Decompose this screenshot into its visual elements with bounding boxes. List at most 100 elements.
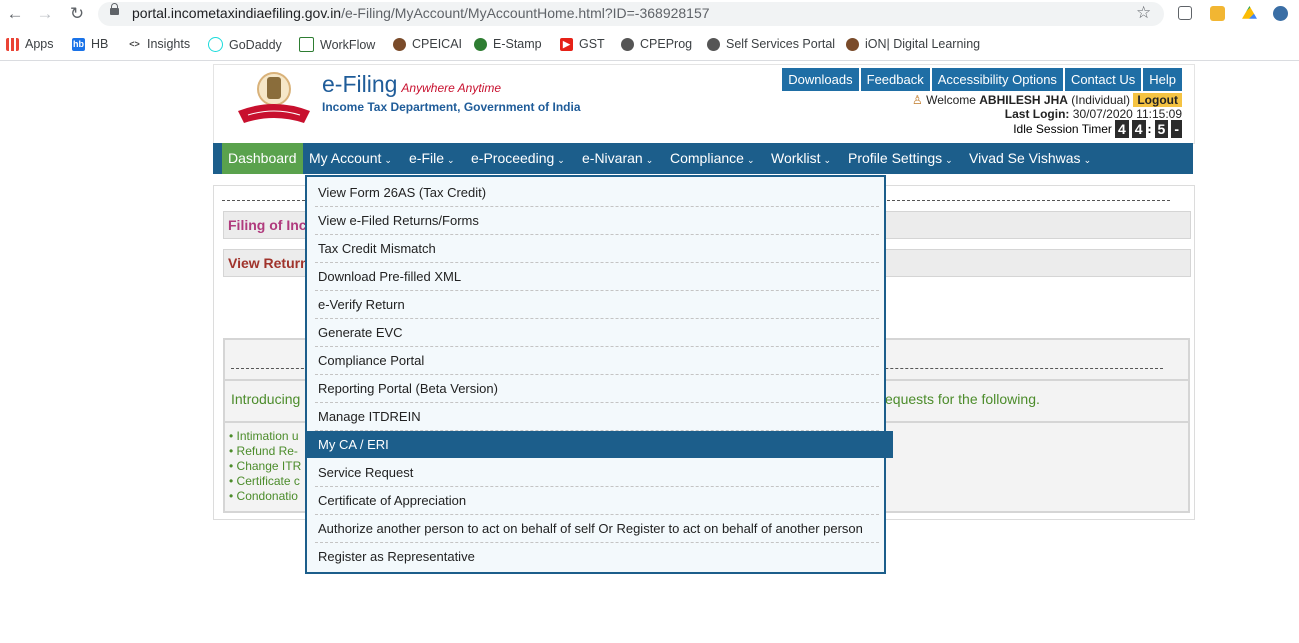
intro-text-right: equests for the following. <box>885 391 1040 407</box>
icai-icon <box>393 37 406 51</box>
list-item: • Intimation u <box>229 429 299 443</box>
user-type: (Individual) <box>1071 93 1130 107</box>
menu-my-account[interactable]: My Account ⌄ <box>303 143 398 174</box>
bookmark-ion[interactable]: iON| Digital Learning <box>846 37 980 51</box>
bookmark-apps[interactable]: Apps <box>6 37 54 51</box>
youtube-icon: ▶ <box>560 37 573 51</box>
menu-item-manage-itdrein[interactable]: Manage ITDREIN <box>315 403 879 431</box>
menu-vivad-se-vishwas[interactable]: Vivad Se Vishwas ⌄ <box>963 143 1097 174</box>
menu-compliance[interactable]: Compliance ⌄ <box>664 143 760 174</box>
address-bar[interactable]: portal.incometaxindiaefiling.gov.in/e-Fi… <box>98 2 1164 26</box>
reload-icon[interactable]: ↻ <box>66 3 88 25</box>
feedback-link[interactable]: Feedback <box>860 68 930 91</box>
menu-enivaran[interactable]: e-Nivaran ⌄ <box>576 143 659 174</box>
idle-session-timer: Idle Session Timer 4 4 : 5 - <box>1013 120 1182 138</box>
apps-grid-icon <box>6 37 19 51</box>
menu-item-everify-return[interactable]: e-Verify Return <box>315 291 879 319</box>
bookmark-label: Apps <box>25 37 54 51</box>
site-subtitle: Income Tax Department, Government of Ind… <box>322 100 581 114</box>
list-item: • Certificate c <box>229 474 300 488</box>
chevron-down-icon: ⌄ <box>945 155 953 165</box>
bookmark-label: CPEProg <box>640 37 693 51</box>
bookmark-label: CPEICAI <box>412 37 463 51</box>
welcome-text: Welcome <box>926 93 976 107</box>
bookmark-cpeicai[interactable]: CPEICAI <box>393 37 462 51</box>
menu-label: Worklist <box>771 150 821 166</box>
bookmark-star-icon[interactable]: ☆ <box>1136 3 1151 23</box>
bookmark-label: GoDaddy <box>229 37 282 52</box>
menu-worklist[interactable]: Worklist ⌄ <box>765 143 837 174</box>
list-item: • Change ITR <box>229 459 302 473</box>
my-account-dropdown: View Form 26AS (Tax Credit) View e-Filed… <box>305 175 893 574</box>
bookmark-self-services[interactable]: Self Services Portal <box>707 37 835 51</box>
site-tagline: Anywhere Anytime <box>401 81 502 95</box>
menu-item-my-ca-eri[interactable]: My CA / ERI <box>307 431 893 458</box>
site-title: e-Filing <box>322 71 398 97</box>
brand-block: e-Filing Anywhere Anytime Income Tax Depa… <box>322 71 581 114</box>
menu-item-view-form-26as[interactable]: View Form 26AS (Tax Credit) <box>315 179 879 207</box>
menu-item-service-request[interactable]: Service Request <box>315 459 879 487</box>
bookmark-insights[interactable]: <> Insights <box>128 37 190 51</box>
url-host: portal.incometaxindiaefiling.gov.in <box>132 5 342 21</box>
menu-item-view-efiled-returns[interactable]: View e-Filed Returns/Forms <box>315 207 879 235</box>
user-name: ABHILESH JHA <box>979 93 1068 107</box>
bookmark-estamp[interactable]: E-Stamp <box>474 37 542 51</box>
chevron-down-icon: ⌄ <box>746 155 755 165</box>
chevron-down-icon: ⌄ <box>557 155 565 165</box>
last-login-label: Last Login: <box>1004 107 1070 121</box>
code-icon: <> <box>129 38 140 49</box>
contact-us-link[interactable]: Contact Us <box>1064 68 1142 91</box>
workflow-icon <box>299 37 314 52</box>
bookmark-hb[interactable]: hb HB <box>72 37 108 51</box>
estamp-icon <box>474 37 487 51</box>
bookmark-cpeprog[interactable]: CPEProg <box>621 37 692 51</box>
menu-item-register-as-representative[interactable]: Register as Representative <box>315 543 879 570</box>
list-item: • Condonatio <box>229 489 298 503</box>
extension-icon[interactable] <box>1178 6 1192 20</box>
extension-shield-icon[interactable] <box>1210 6 1225 21</box>
welcome-block: ♙ Welcome ABHILESH JHA (Individual) Logo… <box>912 93 1182 121</box>
timer-separator: : <box>1147 122 1152 136</box>
chevron-down-icon: ⌄ <box>447 155 455 165</box>
menu-item-compliance-portal[interactable]: Compliance Portal <box>315 347 879 375</box>
bookmark-label: iON| Digital Learning <box>865 37 981 51</box>
site-header: e-Filing Anywhere Anytime Income Tax Depa… <box>213 64 1195 144</box>
bookmark-gst[interactable]: ▶ GST <box>560 37 605 51</box>
profile-icon[interactable] <box>1273 6 1288 21</box>
national-emblem-icon <box>238 72 310 123</box>
menu-item-download-prefilled-xml[interactable]: Download Pre-filled XML <box>315 263 879 291</box>
bookmark-label: WorkFlow <box>320 37 376 52</box>
browser-toolbar: ← → ↻ portal.incometaxindiaefiling.gov.i… <box>0 0 1299 28</box>
menu-eproceeding[interactable]: e-Proceeding ⌄ <box>465 143 571 174</box>
bookmark-label: GST <box>579 37 605 51</box>
bookmark-godaddy[interactable]: GoDaddy <box>208 37 282 52</box>
menu-item-certificate-of-appreciation[interactable]: Certificate of Appreciation <box>315 487 879 515</box>
logout-button[interactable]: Logout <box>1133 93 1182 107</box>
accessibility-link[interactable]: Accessibility Options <box>931 68 1063 91</box>
menu-label: Compliance <box>670 150 744 166</box>
menu-profile-settings[interactable]: Profile Settings ⌄ <box>842 143 959 174</box>
url-path: /e-Filing/MyAccount/MyAccountHome.html?I… <box>341 5 710 21</box>
menu-efile[interactable]: e-File ⌄ <box>403 143 461 174</box>
bookmark-workflow[interactable]: WorkFlow <box>299 37 375 52</box>
menu-item-authorize-another-person[interactable]: Authorize another person to act on behal… <box>315 515 879 543</box>
top-links: Downloads Feedback Accessibility Options… <box>780 68 1182 91</box>
menu-dashboard[interactable]: Dashboard <box>222 143 303 174</box>
menu-item-generate-evc[interactable]: Generate EVC <box>315 319 879 347</box>
bookmark-label: HB <box>91 37 109 51</box>
menu-item-tax-credit-mismatch[interactable]: Tax Credit Mismatch <box>315 235 879 263</box>
chevron-down-icon: ⌄ <box>645 155 654 165</box>
forward-arrow-icon[interactable]: → <box>34 3 56 25</box>
timer-label: Idle Session Timer <box>1013 122 1112 136</box>
bookmark-label: Self Services Portal <box>726 37 836 51</box>
back-arrow-icon[interactable]: ← <box>4 3 26 25</box>
menu-label: e-File <box>409 150 445 166</box>
drive-icon[interactable] <box>1242 6 1257 19</box>
menu-label: My Account <box>309 150 382 166</box>
icai-icon <box>846 37 859 51</box>
url-text[interactable]: portal.incometaxindiaefiling.gov.in/e-Fi… <box>132 5 710 21</box>
menu-item-reporting-portal[interactable]: Reporting Portal (Beta Version) <box>315 375 879 403</box>
downloads-link[interactable]: Downloads <box>782 68 859 91</box>
help-link[interactable]: Help <box>1143 68 1182 91</box>
timer-digit: - <box>1171 120 1182 138</box>
